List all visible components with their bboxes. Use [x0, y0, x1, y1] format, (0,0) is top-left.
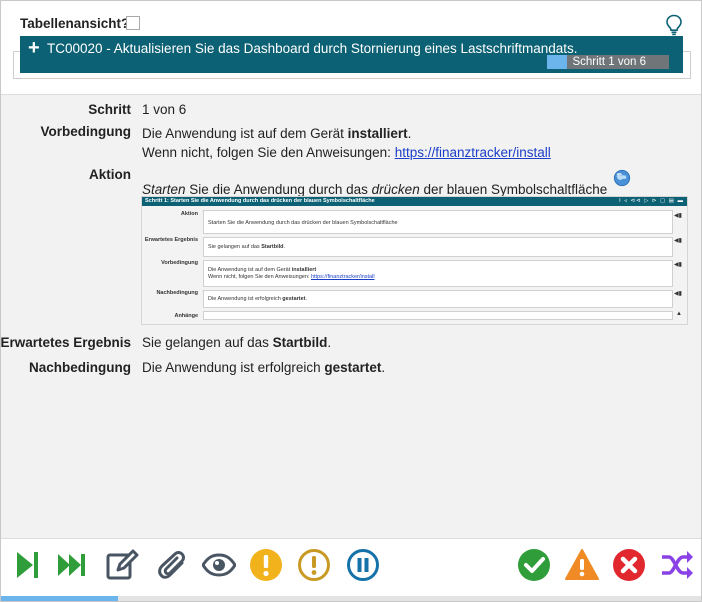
test-case-title: TC00020 - Aktualisieren Sie das Dashboar…	[47, 41, 578, 56]
preview-insert-icon[interactable]: ◀▮	[674, 261, 682, 268]
step-value: 1 von 6	[142, 102, 187, 117]
pass-icon[interactable]	[517, 548, 551, 582]
preview-insert-icon[interactable]: ◀▮	[674, 290, 682, 297]
action-text: Starten Sie die Anwendung durch das drüc…	[142, 169, 631, 197]
view-icon[interactable]	[202, 548, 236, 582]
preview-expected-label: Erwartetes Ergebnis	[144, 237, 198, 243]
warning-yellow-icon[interactable]	[249, 548, 283, 582]
precondition-label: Vorbedingung	[40, 124, 132, 139]
install-link[interactable]: https://finanztracker/install	[395, 145, 551, 160]
fail-icon[interactable]	[612, 548, 646, 582]
precondition-row: Vorbedingung Die Anwendung ist auf dem G…	[1, 124, 701, 164]
preview-postcondition-box: Die Anwendung ist erfolgreich gestartet.	[203, 290, 673, 308]
postcondition-value: Die Anwendung ist erfolgreich gestartet.	[142, 360, 386, 375]
pause-icon[interactable]	[346, 548, 380, 582]
expected-label: Erwartetes Ergebnis	[0, 335, 131, 350]
action-toolbar	[1, 538, 701, 601]
preview-postcondition-label: Nachbedingung	[156, 290, 198, 296]
preview-precondition-label: Vorbedingung	[161, 260, 198, 266]
test-case-bar[interactable]: + TC00020 - Aktualisieren Sie das Dashbo…	[20, 36, 683, 73]
postcondition-label: Nachbedingung	[29, 360, 131, 375]
action-row: Aktion Starten Sie die Anwendung durch d…	[1, 167, 701, 197]
expected-value: Sie gelangen auf das Startbild.	[142, 335, 332, 350]
table-view-checkbox[interactable]	[126, 16, 140, 30]
preview-install-link[interactable]: https://finanztracker/install	[311, 274, 375, 280]
test-run-window: Tabellenansicht? + TC00020 - Aktualisier…	[0, 0, 702, 602]
action-label: Aktion	[89, 167, 131, 182]
preview-attachments-label: Anhänge	[174, 313, 198, 319]
globe-icon	[613, 169, 631, 187]
blocked-icon[interactable]	[565, 548, 599, 582]
expand-icon[interactable]: +	[28, 37, 40, 60]
postcondition-row: Nachbedingung Die Anwendung ist erfolgre…	[1, 360, 701, 378]
edit-icon[interactable]	[105, 548, 139, 582]
step-label: Schritt	[88, 102, 131, 117]
step-preview: Schritt 1: Starten Sie die Anwendung dur…	[141, 196, 688, 325]
table-view-label: Tabellenansicht?	[20, 16, 130, 31]
preview-title: Schritt 1: Starten Sie die Anwendung dur…	[142, 197, 687, 206]
precondition-line-2: Wenn nicht, folgen Sie den Anweisungen: …	[142, 145, 551, 160]
preview-precondition-box: Die Anwendung ist auf dem Gerät installi…	[203, 260, 673, 287]
precondition-line-1: Die Anwendung ist auf dem Gerät installi…	[142, 126, 412, 141]
run-progress-bar	[1, 596, 701, 601]
preview-attachments-box	[203, 311, 673, 320]
run-progress-fill	[1, 596, 118, 601]
play-step-icon[interactable]	[10, 548, 44, 582]
preview-insert-icon[interactable]: ◀▮	[674, 212, 682, 219]
upload-icon[interactable]: ▲	[676, 311, 682, 317]
shuffle-icon[interactable]	[660, 548, 694, 582]
step-row: Schritt 1 von 6	[1, 102, 701, 120]
preview-action-label: Aktion	[180, 211, 198, 217]
step-progress-bar: Schritt 1 von 6	[547, 55, 669, 69]
lightbulb-icon[interactable]	[665, 14, 683, 36]
attachment-icon[interactable]	[154, 548, 188, 582]
fast-forward-icon[interactable]	[55, 548, 89, 582]
preview-action-box: Starten Sie die Anwendung durch das drüc…	[203, 210, 673, 234]
preview-expected-box: Sie gelangen auf das Startbild.	[203, 237, 673, 257]
step-progress-label: Schritt 1 von 6	[572, 56, 646, 68]
preview-insert-icon[interactable]: ◀▮	[674, 237, 682, 244]
header-area: Tabellenansicht? + TC00020 - Aktualisier…	[1, 1, 701, 95]
preview-controls[interactable]: I ◃ ⊲⊲ ▷ ⊳ ▢ ▤ ▬	[619, 197, 684, 206]
expected-row: Erwartetes Ergebnis Sie gelangen auf das…	[0, 335, 701, 353]
warning-gold-icon[interactable]	[297, 548, 331, 582]
